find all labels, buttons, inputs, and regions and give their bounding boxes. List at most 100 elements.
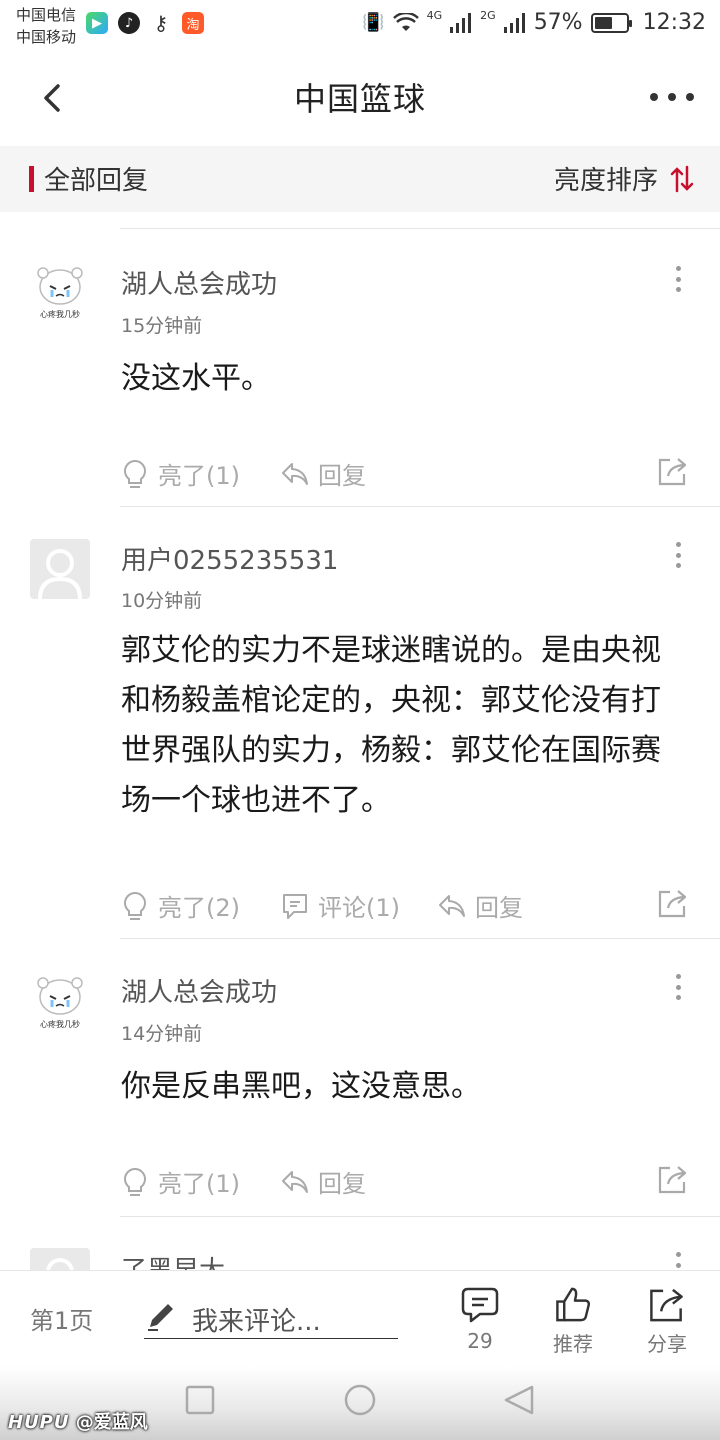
comment-count-label: 29 bbox=[467, 1329, 493, 1353]
battery-icon bbox=[590, 12, 632, 33]
share-icon bbox=[650, 1288, 683, 1322]
reply-arrow-icon bbox=[282, 462, 308, 485]
share-button[interactable]: 分享 bbox=[637, 1285, 697, 1357]
back-button[interactable] bbox=[34, 78, 74, 118]
comment-item: 用户0255235531 10分钟前 郭艾伦的实力不是球迷瞎说的。是由央视和杨毅… bbox=[0, 506, 720, 938]
section-marker bbox=[29, 166, 34, 192]
title-bar: 中国篮球 bbox=[0, 52, 720, 142]
timestamp: 10分钟前 bbox=[121, 590, 203, 612]
comment-placeholder: 我来评论... bbox=[192, 1307, 321, 1337]
comment-text: 没这水平。 bbox=[121, 361, 271, 396]
comment-item: 心疼我几秒 湖人总会成功 14分钟前 你是反串黑吧，这没意思。 亮了(1) 回复 bbox=[0, 938, 720, 1216]
avatar-caption: 心疼我几秒 bbox=[40, 1020, 80, 1029]
comment-input[interactable]: 我来评论... bbox=[144, 1293, 398, 1339]
battery-fill bbox=[594, 16, 612, 29]
comment-more-button[interactable] bbox=[674, 266, 682, 292]
reply-label: 回复 bbox=[318, 1170, 366, 1198]
lightbulb-icon bbox=[124, 459, 146, 488]
share-icon[interactable] bbox=[656, 454, 690, 488]
wifi-icon bbox=[392, 12, 419, 31]
all-replies-label: 全部回复 bbox=[44, 166, 149, 196]
recents-button[interactable] bbox=[184, 1384, 216, 1416]
username[interactable]: 湖人总会成功 bbox=[121, 972, 277, 1009]
comment-text: 郭艾伦的实力不是球迷瞎说的。是由央视和杨毅盖棺论定的，央视：郭艾伦没有打世界强队… bbox=[121, 633, 661, 818]
video-app-icon: ▶ bbox=[86, 12, 108, 34]
recommend-label: 推荐 bbox=[553, 1332, 593, 1356]
like-button[interactable]: 亮了(1) bbox=[120, 456, 240, 491]
watermark-author: @爱蓝风 bbox=[75, 1412, 148, 1433]
recommend-button[interactable]: 推荐 bbox=[543, 1285, 603, 1357]
default-user-avatar bbox=[38, 549, 82, 599]
sort-button[interactable]: 亮度排序 bbox=[554, 160, 694, 197]
thumbs-up-icon bbox=[556, 1287, 591, 1322]
status-icons: 📳 4G 2G 57% 12:32 bbox=[362, 10, 706, 35]
notification-icons: ▶ ♪ ⚷ 淘 bbox=[86, 11, 204, 35]
comment-count: 评论(1) bbox=[318, 894, 400, 922]
avatar[interactable] bbox=[30, 539, 90, 599]
timestamp: 15分钟前 bbox=[121, 315, 203, 337]
reply-label: 回复 bbox=[475, 894, 523, 922]
like-button[interactable]: 亮了(1) bbox=[120, 1164, 240, 1199]
more-dot bbox=[668, 93, 676, 101]
sort-label: 亮度排序 bbox=[553, 166, 658, 196]
like-count: 亮了(1) bbox=[158, 462, 240, 490]
taobao-icon: 淘 bbox=[182, 12, 204, 34]
share-icon[interactable] bbox=[656, 1162, 690, 1196]
sort-bar: 全部回复 亮度排序 bbox=[0, 146, 720, 212]
network-4g-label: 4G bbox=[426, 9, 443, 22]
back-nav-button[interactable] bbox=[502, 1384, 536, 1418]
reply-button[interactable]: 回复 bbox=[280, 1164, 366, 1199]
system-nav-bar: HUPU @爱蓝风 bbox=[0, 1366, 720, 1440]
comment-more-button[interactable] bbox=[674, 542, 682, 568]
comment-text: 你是反串黑吧，这没意思。 bbox=[121, 1069, 481, 1104]
more-dot bbox=[650, 93, 658, 101]
pencil-icon bbox=[148, 1304, 173, 1331]
share-label: 分享 bbox=[647, 1332, 687, 1356]
username[interactable]: 用户0255235531 bbox=[121, 540, 338, 577]
comment-item: 心疼我几秒 湖人总会成功 15分钟前 没这水平。 亮了(1) 回复 bbox=[0, 212, 720, 506]
reply-arrow-icon bbox=[282, 1170, 308, 1193]
like-button[interactable]: 亮了(2) bbox=[120, 888, 240, 923]
reply-label: 回复 bbox=[318, 462, 366, 490]
network-2g-label: 2G bbox=[480, 9, 496, 22]
page-indicator[interactable]: 第1页 bbox=[30, 1301, 93, 1336]
sort-arrows-icon bbox=[670, 165, 694, 192]
comments-button[interactable]: 29 bbox=[450, 1285, 510, 1357]
carrier-1: 中国电信 bbox=[16, 6, 77, 24]
hupu-logo: HUPU bbox=[8, 1412, 70, 1433]
comment-more-button[interactable] bbox=[674, 1252, 682, 1270]
comment-bubble-icon bbox=[461, 1287, 499, 1323]
like-count: 亮了(1) bbox=[158, 1170, 240, 1198]
lightbulb-icon bbox=[124, 1167, 146, 1196]
username[interactable]: 湖人总会成功 bbox=[121, 264, 277, 301]
carrier-2: 中国移动 bbox=[16, 28, 77, 46]
clock: 12:32 bbox=[642, 10, 706, 35]
avatar-caption: 心疼我几秒 bbox=[40, 310, 80, 319]
status-bar: 中国电信 中国移动 ▶ ♪ ⚷ 淘 📳 4G 2G 57% 12:32 bbox=[0, 0, 720, 52]
reply-button[interactable]: 回复 bbox=[437, 888, 523, 923]
comment-bubble-icon bbox=[283, 893, 307, 919]
avatar[interactable] bbox=[30, 1248, 90, 1270]
username[interactable]: 了黑早大 bbox=[121, 1250, 225, 1270]
comment-item: 了黑早大 bbox=[0, 1216, 720, 1270]
avatar[interactable]: 心疼我几秒 bbox=[30, 262, 90, 322]
more-dot bbox=[686, 93, 694, 101]
share-icon[interactable] bbox=[656, 886, 690, 920]
avatar[interactable]: 心疼我几秒 bbox=[30, 972, 90, 1032]
comment-list[interactable]: 心疼我几秒 湖人总会成功 15分钟前 没这水平。 亮了(1) 回复 用户0255… bbox=[0, 212, 720, 1270]
key-icon: ⚷ bbox=[153, 11, 169, 35]
bottom-bar: 第1页 我来评论... 29 推荐 分享 bbox=[0, 1270, 720, 1366]
signal-4g-icon bbox=[450, 12, 472, 33]
comment-more-button[interactable] bbox=[674, 974, 682, 1000]
page-title: 中国篮球 bbox=[293, 80, 426, 118]
home-button[interactable] bbox=[342, 1384, 378, 1420]
reply-button[interactable]: 回复 bbox=[280, 456, 366, 491]
carrier-info: 中国电信 中国移动 bbox=[16, 4, 76, 48]
lightbulb-icon bbox=[124, 891, 146, 920]
back-arrow-icon bbox=[44, 84, 60, 112]
battery-percent: 57% bbox=[533, 10, 583, 35]
more-options-button[interactable] bbox=[650, 82, 694, 112]
default-user-avatar bbox=[46, 1258, 74, 1270]
comment-button[interactable]: 评论(1) bbox=[280, 888, 400, 923]
vibrate-icon: 📳 bbox=[362, 12, 385, 33]
